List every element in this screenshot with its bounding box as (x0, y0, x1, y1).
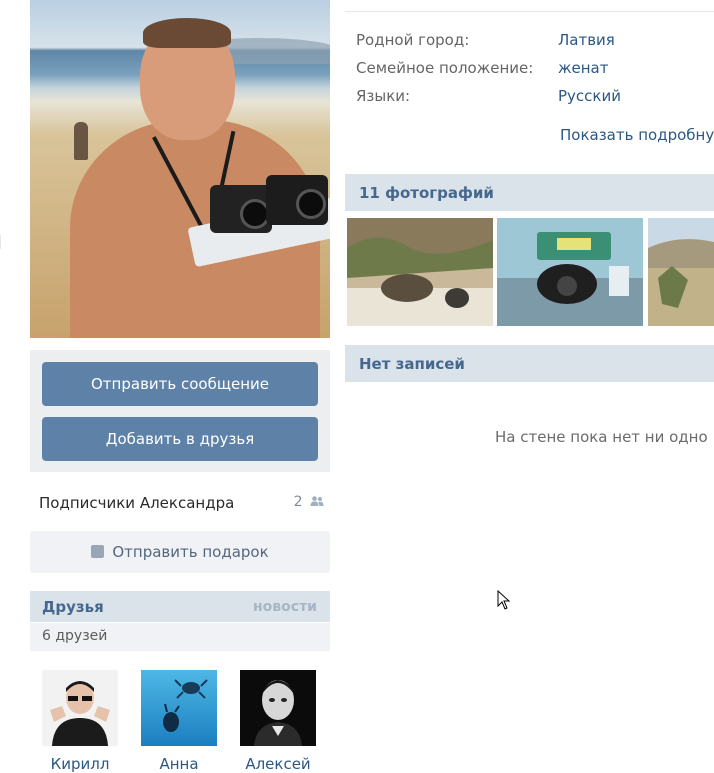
info-value-link[interactable]: Латвия (558, 31, 615, 49)
friend-item[interactable]: Анна (141, 670, 217, 773)
left-divider (0, 235, 1, 249)
photos-title[interactable]: 11 фотографий (359, 184, 494, 202)
profile-avatar[interactable] (30, 0, 330, 338)
send-gift-label: Отправить подарок (112, 543, 269, 561)
gift-icon (91, 545, 105, 558)
info-label: Родной город: (356, 31, 470, 49)
friend-item[interactable]: Алексей (240, 670, 316, 773)
photo-thumbnail[interactable] (497, 218, 643, 326)
friends-header: Друзья новости (30, 591, 330, 622)
wall-empty-text: На стене пока нет ни одно (495, 428, 708, 446)
friend-avatar[interactable] (240, 670, 316, 746)
info-value-link[interactable]: Русский (558, 87, 621, 105)
add-friend-button[interactable]: Добавить в друзья (42, 417, 318, 461)
profile-info-header (345, 0, 714, 12)
friends-count: 6 друзей (42, 628, 108, 644)
photo-thumbnail[interactable] (347, 218, 493, 326)
photo-thumbnail[interactable] (648, 218, 714, 326)
friend-item[interactable]: Кирилл (42, 670, 118, 773)
friend-name[interactable]: Алексей (230, 755, 326, 773)
friend-avatar[interactable] (42, 670, 118, 746)
show-more-link[interactable]: Показать подробнук (560, 126, 714, 144)
friend-avatar[interactable] (141, 670, 217, 746)
people-icon (310, 496, 324, 506)
wall-header: Нет записей (345, 345, 714, 382)
friends-count-row[interactable]: 6 друзей (30, 623, 330, 651)
photos-header[interactable]: 11 фотографий (345, 174, 714, 211)
profile-actions: Отправить сообщение Добавить в друзья (30, 350, 330, 472)
followers-link[interactable]: Подписчики Александра 2 (39, 494, 324, 514)
followers-label: Подписчики Александра (39, 494, 235, 512)
info-label: Семейное положение: (356, 59, 534, 77)
info-label: Языки: (356, 87, 411, 105)
mouse-cursor-icon (497, 590, 511, 610)
send-gift-button[interactable]: Отправить подарок (30, 531, 330, 573)
send-message-button[interactable]: Отправить сообщение (42, 362, 318, 406)
friend-name[interactable]: Анна (131, 755, 227, 773)
friends-news-link[interactable]: новости (253, 599, 317, 615)
followers-count: 2 (294, 494, 324, 510)
friend-name[interactable]: Кирилл (32, 755, 128, 773)
wall-title: Нет записей (359, 355, 465, 373)
info-value-link[interactable]: женат (558, 59, 608, 77)
friends-title[interactable]: Друзья (42, 598, 104, 616)
